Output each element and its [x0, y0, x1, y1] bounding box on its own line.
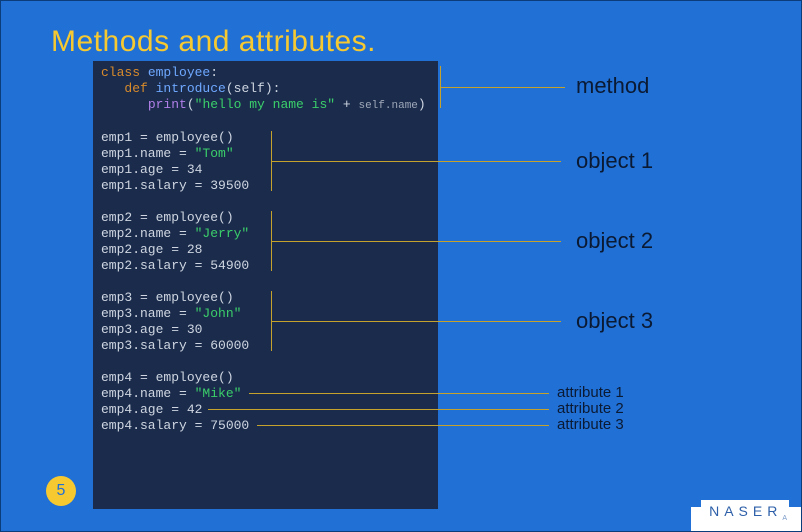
emp3-name-str: "John": [195, 306, 242, 321]
emp1-line4: emp1.salary = 39500: [101, 178, 249, 193]
label-attr1: attribute 1: [557, 384, 624, 401]
fn-name: introduce: [156, 81, 226, 96]
obj3-line: [271, 321, 561, 322]
class-name: employee: [148, 65, 210, 80]
self-name: self.name: [358, 100, 417, 112]
label-object2: object 2: [576, 228, 653, 254]
obj1-line: [271, 161, 561, 162]
method-line: [440, 87, 565, 88]
emp4-line3: emp4.age = 42: [101, 402, 202, 417]
emp2-line3: emp2.age = 28: [101, 242, 202, 257]
emp2-line4: emp2.salary = 54900: [101, 258, 249, 273]
paren-close: ): [418, 97, 426, 112]
emp4-line4: emp4.salary = 75000: [101, 418, 249, 433]
emp2-line1: emp2 = employee(): [101, 210, 234, 225]
emp3-line4: emp3.salary = 60000: [101, 338, 249, 353]
page-number-badge: 5: [46, 476, 76, 506]
emp4-line1: emp4 = employee(): [101, 370, 234, 385]
paren-open: (: [187, 97, 195, 112]
call-print: print: [148, 97, 187, 112]
plus: +: [335, 97, 358, 112]
emp1-line1: emp1 = employee(): [101, 130, 234, 145]
emp1-line3: emp1.age = 34: [101, 162, 202, 177]
code-block: class employee: def introduce(self): pri…: [93, 61, 438, 509]
emp4-name-str: "Mike": [195, 386, 242, 401]
emp2-name-str: "Jerry": [195, 226, 250, 241]
obj2-line: [271, 241, 561, 242]
kw-def: def: [124, 81, 147, 96]
label-object3: object 3: [576, 308, 653, 334]
label-attr3: attribute 3: [557, 416, 624, 433]
label-attr2: attribute 2: [557, 400, 624, 417]
emp3-line2-pre: emp3.name =: [101, 306, 195, 321]
emp4-line2-pre: emp4.name =: [101, 386, 195, 401]
brand-dot: A: [782, 515, 787, 522]
brand-text: NASER: [709, 503, 782, 519]
attr1-line: [249, 393, 549, 394]
attr2-line: [208, 409, 549, 410]
emp1-line2-pre: emp1.name =: [101, 146, 195, 161]
label-method: method: [576, 73, 649, 99]
colon: :: [210, 65, 218, 80]
attr3-line: [257, 425, 549, 426]
emp1-name-str: "Tom": [195, 146, 234, 161]
brand-label: NASERA: [701, 500, 789, 525]
fn-args: (self):: [226, 81, 281, 96]
slide-title: Methods and attributes.: [51, 25, 376, 59]
kw-class: class: [101, 65, 140, 80]
emp3-line1: emp3 = employee(): [101, 290, 234, 305]
label-object1: object 1: [576, 148, 653, 174]
str-hello: "hello my name is": [195, 97, 335, 112]
emp3-line3: emp3.age = 30: [101, 322, 202, 337]
emp2-line2-pre: emp2.name =: [101, 226, 195, 241]
